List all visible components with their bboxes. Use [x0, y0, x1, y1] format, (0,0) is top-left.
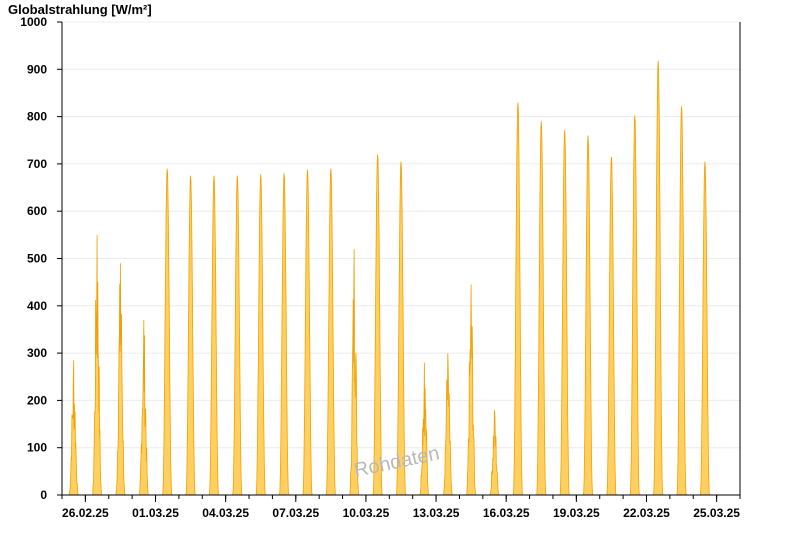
x-tick-label: 04.03.25 [202, 506, 249, 520]
x-tick-label: 13.03.25 [413, 506, 460, 520]
daily-radiation-area [185, 175, 196, 496]
daily-radiation-area [559, 129, 570, 496]
x-tick-labels: 26.02.25 01.03.25 04.03.25 07.03.25 10.03.25… [62, 506, 740, 520]
daily-radiation-area [255, 174, 266, 496]
daily-radiation-area [325, 168, 336, 496]
solar-radiation-chart: 0 100 200 300 400 500 600 700 800 900 1000 26.02.2… [8, 2, 741, 520]
daily-radiation-area [582, 135, 594, 496]
daily-radiation-area [536, 121, 547, 496]
y-tick-label: 500 [27, 252, 47, 266]
chart-title: Globalstrahlung [W/m²] [8, 2, 152, 17]
daily-radiation-area [278, 173, 290, 496]
daily-radiation-area [208, 175, 220, 496]
y-tick-label: 700 [27, 157, 47, 171]
y-tick-label: 600 [27, 204, 47, 218]
x-tick-label: 16.03.25 [483, 506, 530, 520]
x-tick-label: 26.02.25 [62, 506, 109, 520]
y-tick-label: 100 [27, 441, 47, 455]
daily-radiation-area [232, 175, 243, 496]
daily-radiation-area [466, 284, 477, 496]
daily-radiation-area [488, 409, 501, 496]
x-tick-label: 10.03.25 [343, 506, 390, 520]
daily-radiation-area [442, 353, 453, 496]
y-tick-label: 1000 [20, 15, 47, 29]
daily-radiation-area [419, 362, 430, 496]
y-tick-label: 200 [27, 393, 47, 407]
daily-radiation-area [372, 154, 383, 496]
y-tick-label: 800 [27, 110, 47, 124]
daily-radiation-area [676, 106, 687, 496]
daily-radiation-area [629, 115, 640, 496]
daily-radiation-area [606, 156, 617, 496]
daily-radiation-area [162, 168, 173, 496]
y-tick-label: 300 [27, 346, 47, 360]
x-tick-label: 19.03.25 [553, 506, 600, 520]
y-tick-labels: 0 100 200 300 400 500 600 700 800 900 1000 [20, 15, 47, 502]
daily-radiation-area [512, 102, 524, 496]
x-tick-label: 01.03.25 [132, 506, 179, 520]
y-tick-label: 400 [27, 299, 47, 313]
y-tick-label: 900 [27, 62, 47, 76]
daily-series [68, 60, 711, 496]
daily-radiation-area [138, 319, 150, 496]
daily-radiation-area [115, 263, 126, 496]
y-tick-label: 0 [40, 488, 47, 502]
x-tick-label: 25.03.25 [693, 506, 740, 520]
daily-radiation-area [68, 360, 80, 496]
daily-radiation-area [653, 60, 664, 496]
daily-radiation-area [91, 234, 103, 496]
x-tick-label: 07.03.25 [272, 506, 319, 520]
x-tick-label: 22.03.25 [623, 506, 670, 520]
daily-radiation-area [349, 248, 360, 496]
daily-radiation-area [302, 169, 313, 496]
